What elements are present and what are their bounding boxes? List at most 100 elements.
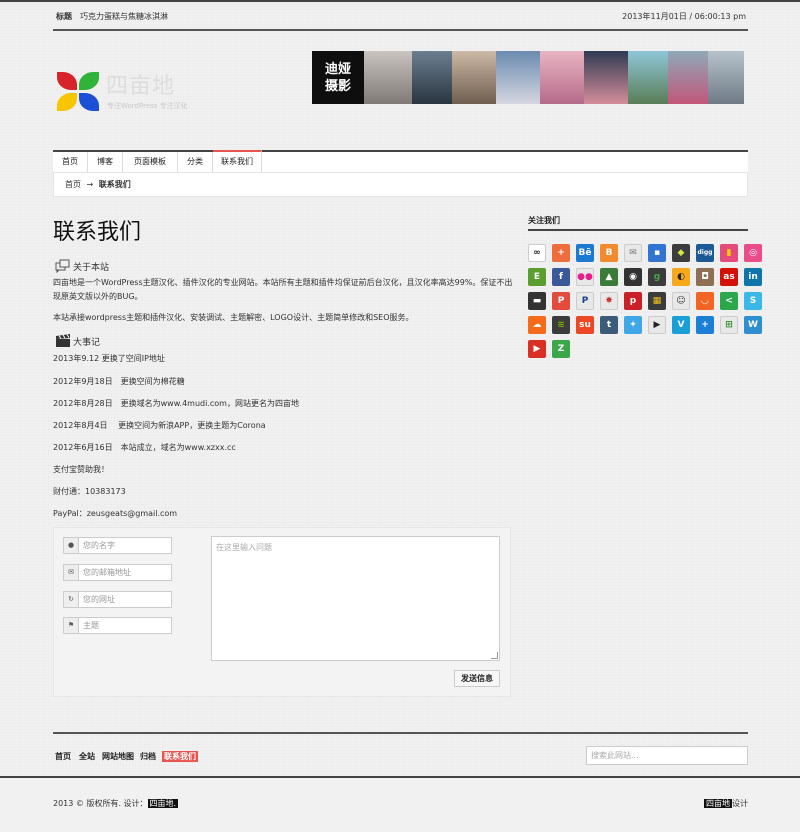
headline-label: 标题: [56, 12, 72, 21]
nav-item-home[interactable]: 首页: [53, 152, 88, 172]
event-item: 2012年6月16日 本站成立，域名为www.xzxx.cc: [53, 443, 236, 452]
follow-us-heading: 关注我们: [528, 216, 560, 225]
about-heading: 关于本站: [55, 259, 109, 276]
wordpress-icon[interactable]: W: [744, 316, 762, 334]
message-textarea[interactable]: 在这里输入问题: [211, 536, 500, 661]
skype-icon[interactable]: S: [744, 292, 762, 310]
nav-item-categories[interactable]: 分类: [178, 152, 213, 172]
copyright-text: 2013 © 版权所有. 设计： 四亩地.: [53, 799, 179, 808]
vine-icon[interactable]: V: [672, 316, 690, 334]
top-accent-line: [0, 0, 800, 2]
footer-search-input[interactable]: 搜索此网站...: [586, 746, 748, 765]
designer-link[interactable]: 四亩地.: [147, 799, 179, 808]
soundcloud-icon[interactable]: ☁: [528, 316, 546, 334]
logo-petal-yellow: [57, 93, 77, 111]
donate-text: 支付宝赞助我！: [53, 465, 109, 474]
site-logo-name[interactable]: 四亩地: [106, 68, 175, 100]
site-logo-mark[interactable]: [57, 72, 101, 112]
banner-photo-6: [584, 51, 628, 104]
flag-icon: ⚑: [64, 618, 79, 633]
infinity-icon[interactable]: ∞: [528, 244, 546, 262]
footer-nav-all[interactable]: 全站: [79, 751, 95, 762]
banner-photo-2: [412, 51, 452, 104]
footer-divider: [53, 732, 748, 734]
chat-bubbles-icon: [55, 259, 71, 276]
vimeo-icon[interactable]: ▶: [648, 316, 666, 334]
github-icon[interactable]: ◉: [624, 268, 642, 286]
mail-icon[interactable]: ✉: [624, 244, 642, 262]
event-item: 2012年8月28日 更换域名为www.4mudi.com，网站更名为四亩地: [53, 399, 299, 408]
grooveshark-icon[interactable]: ◐: [672, 268, 690, 286]
banner-photo-1: [364, 51, 412, 104]
reddit-icon[interactable]: ☺: [672, 292, 690, 310]
tumblr-icon[interactable]: t: [600, 316, 618, 334]
twitter-icon[interactable]: ✦: [624, 316, 642, 334]
spotify-icon[interactable]: ≋: [552, 316, 570, 334]
footer-nav-contact[interactable]: 联系我们: [162, 751, 198, 762]
event-item: 2012年8月4日 更换空间为新浪APP，更换主题为Corona: [53, 421, 266, 430]
footer-nav-sitemap[interactable]: 网站地图: [102, 751, 134, 762]
instagram-icon[interactable]: ◘: [696, 268, 714, 286]
header-divider: [53, 29, 748, 31]
blogger-icon[interactable]: B: [600, 244, 618, 262]
event-item: 2012年9月18日 更换空间为棉花糖: [53, 377, 185, 386]
picasa-icon[interactable]: ✸: [600, 292, 618, 310]
colour-lovers-icon[interactable]: ▮: [720, 244, 738, 262]
qik-icon[interactable]: ▦: [648, 292, 666, 310]
digg-icon[interactable]: digg: [696, 244, 714, 262]
linkedin-icon[interactable]: in: [744, 268, 762, 286]
website-field[interactable]: ↻ 您的网址: [63, 591, 172, 608]
zerply-icon[interactable]: Z: [552, 340, 570, 358]
delicious-icon[interactable]: ▪: [648, 244, 666, 262]
headline-title[interactable]: 巧克力蛋糕与焦糖冰淇淋: [80, 11, 168, 22]
nav-item-blog[interactable]: 博客: [88, 152, 123, 172]
name-field[interactable]: ● 您的名字: [63, 537, 172, 554]
youtube-icon[interactable]: ▶: [528, 340, 546, 358]
banner-photo-4: [496, 51, 540, 104]
subject-field[interactable]: ⚑ 主题: [63, 617, 172, 634]
page-title: 联系我们: [53, 220, 142, 245]
events-heading: 大事记: [55, 334, 100, 351]
behance-icon[interactable]: Bē: [576, 244, 594, 262]
sidebar-divider: [528, 229, 748, 231]
paypal-account: PayPal：zeusgeats@gmail.com: [53, 509, 178, 518]
windows-icon[interactable]: ⊞: [720, 316, 738, 334]
nav-item-page-templates[interactable]: 页面模板: [123, 152, 178, 172]
about-paragraph-1: 四亩地是一个WordPress主题汉化、插件汉化的专业网站。本站所有主题和插件均…: [53, 278, 513, 301]
google-plus-icon[interactable]: +: [552, 244, 570, 262]
stumbleupon-icon[interactable]: su: [576, 316, 594, 334]
pinterest-p-icon[interactable]: P: [552, 292, 570, 310]
rss-icon[interactable]: ◡: [696, 292, 714, 310]
send-message-button[interactable]: 发送信息: [454, 670, 500, 687]
share-icon[interactable]: <: [720, 292, 738, 310]
myspace-icon[interactable]: ▬: [528, 292, 546, 310]
banner-photo-8: [668, 51, 708, 104]
nav-item-contact[interactable]: 联系我们: [213, 150, 262, 174]
footer-nav-home[interactable]: 首页: [55, 751, 71, 762]
banner-brand: 迪娅 摄影: [312, 51, 364, 104]
breadcrumb-arrow: →: [86, 180, 94, 189]
google-icon[interactable]: g: [648, 268, 666, 286]
current-datetime: 2013年11月01日 / 06:00:13 pm: [622, 12, 746, 21]
credit-link[interactable]: 四亩地: [704, 799, 732, 808]
clapperboard-icon: [55, 334, 71, 351]
footer-nav-archive[interactable]: 归档: [140, 751, 156, 762]
facebook-icon[interactable]: f: [552, 268, 570, 286]
breadcrumb-home[interactable]: 首页: [65, 180, 81, 189]
ad-banner[interactable]: 迪娅 摄影: [312, 51, 744, 104]
banner-photo-9: [708, 51, 744, 104]
forrst-icon[interactable]: ▲: [600, 268, 618, 286]
plus-icon[interactable]: +: [696, 316, 714, 334]
lastfm-icon[interactable]: as: [720, 268, 738, 286]
designmoo-icon[interactable]: ◆: [672, 244, 690, 262]
flickr-icon[interactable]: ●●: [576, 268, 594, 286]
site-tagline: 专注WordPress 专注汉化: [107, 102, 188, 110]
resize-handle[interactable]: [491, 652, 498, 659]
email-field[interactable]: ✉ 您的邮箱地址: [63, 564, 172, 581]
evernote-icon[interactable]: E: [528, 268, 546, 286]
paypal-icon[interactable]: P: [576, 292, 594, 310]
dribbble-icon[interactable]: ◎: [744, 244, 762, 262]
top-bar: 标题 巧克力蛋糕与焦糖冰淇淋 2013年11月01日 / 06:00:13 pm: [53, 8, 748, 28]
pinterest-icon[interactable]: p: [624, 292, 642, 310]
banner-photo-5: [540, 51, 584, 104]
